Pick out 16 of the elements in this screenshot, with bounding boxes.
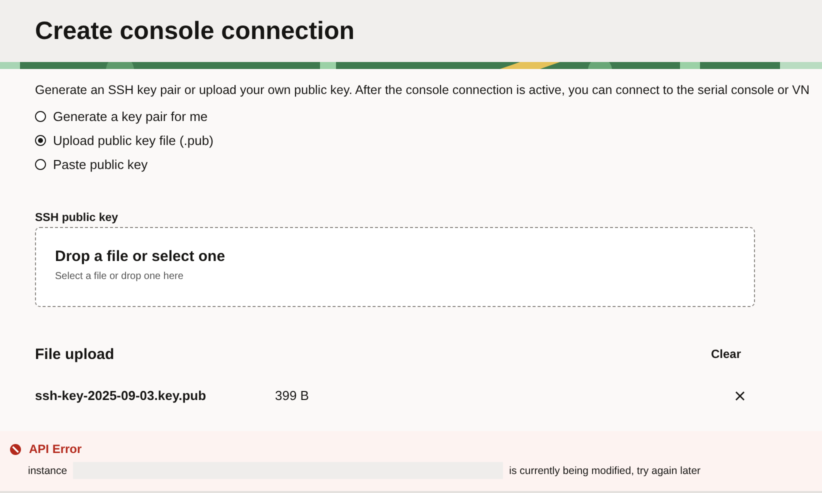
description-text: Generate an SSH key pair or upload your own public key. After the console connection is active, you can connect to the serial console or VN (35, 83, 810, 97)
section-title: File upload (35, 346, 114, 362)
key-option-radio[interactable]: Upload public key file (.pub) (35, 133, 214, 148)
key-option-radio[interactable]: Paste public key (35, 157, 148, 172)
file-name: ssh-key-2025-09-03.key.pub (35, 388, 208, 403)
error-message: instance (28, 464, 68, 476)
error-title: API Error (29, 442, 82, 456)
field-label: SSH public key (35, 212, 120, 224)
file-size: 399 B (275, 388, 310, 403)
page-title: Create console connection (35, 16, 355, 46)
file-dropzone[interactable]: Drop a file or select one Select a file or drop one here (35, 227, 755, 307)
error-icon (10, 444, 21, 454)
close-icon[interactable] (735, 390, 745, 400)
error-message: is currently being modified, try again later (509, 464, 701, 476)
clear-button[interactable]: Clear (696, 343, 755, 365)
key-option-radio[interactable]: Generate a key pair for me (35, 109, 208, 124)
